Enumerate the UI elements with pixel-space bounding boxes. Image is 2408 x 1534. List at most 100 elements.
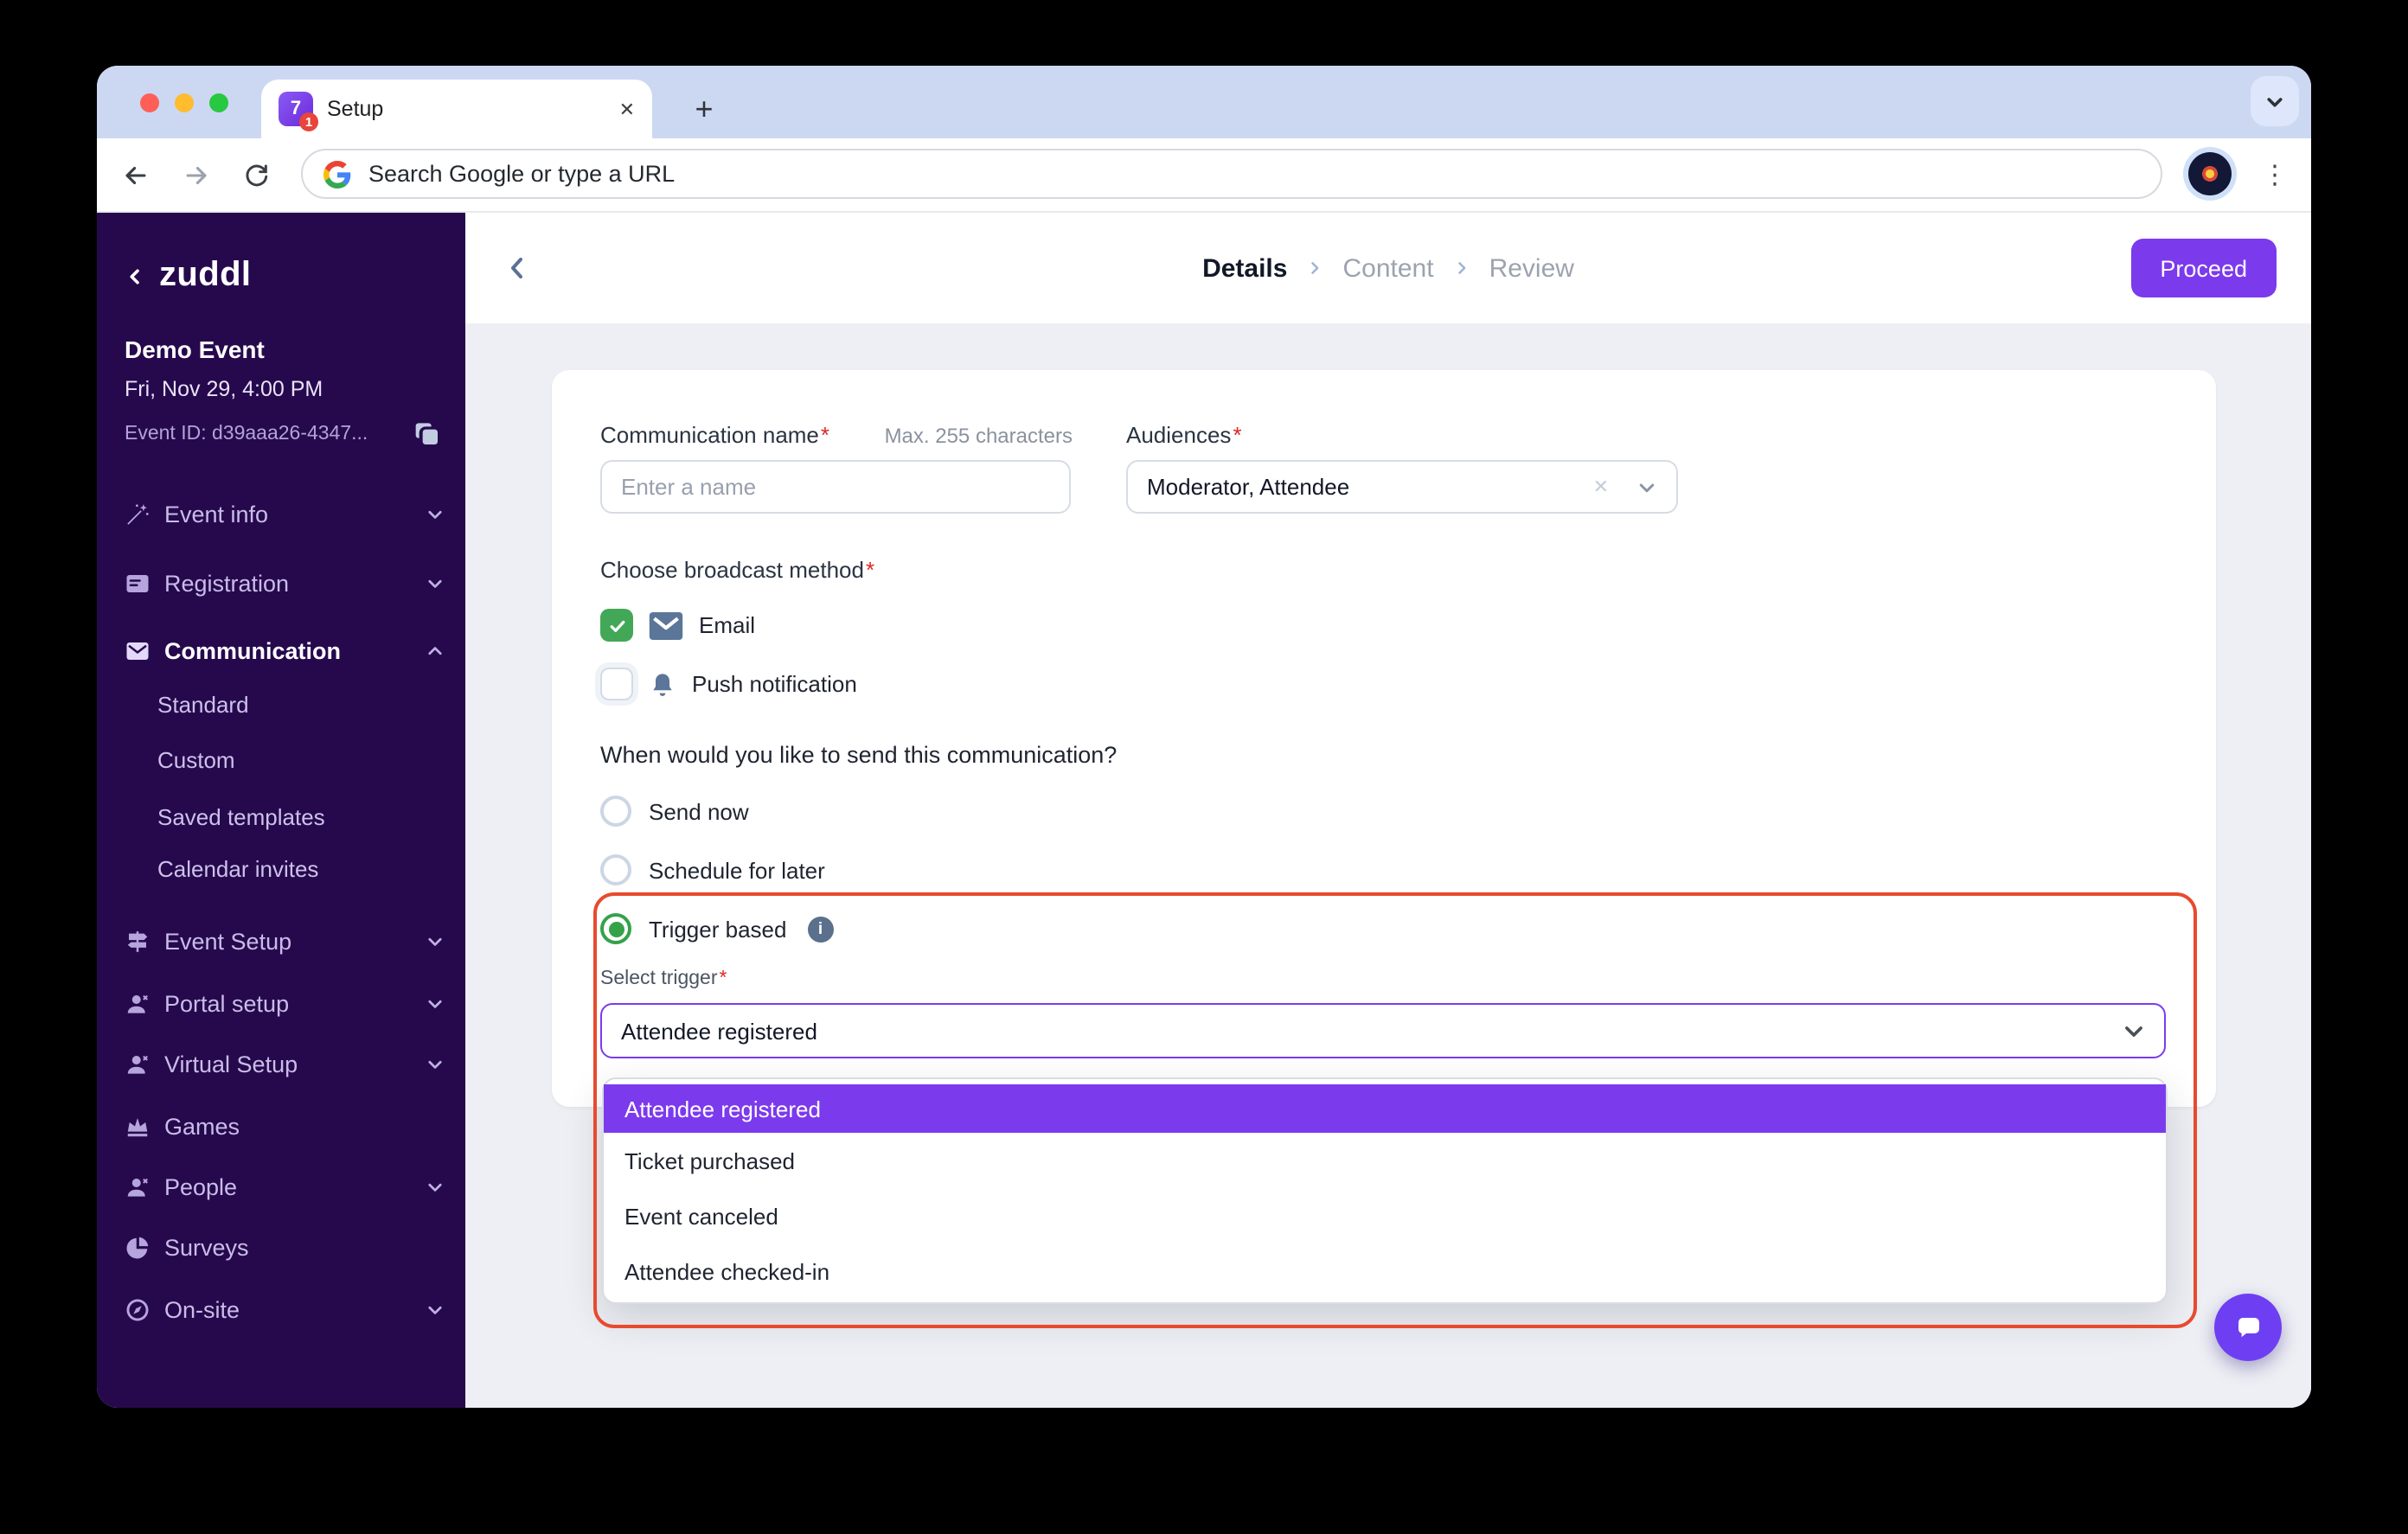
- screen: 7 1 Setup ✕ +: [0, 0, 2408, 1534]
- push-notification-label: Push notification: [692, 671, 857, 697]
- wand-icon: [125, 501, 150, 527]
- communication-name-input[interactable]: [600, 460, 1071, 514]
- sidebar-logo[interactable]: zuddl: [125, 256, 251, 296]
- schedule-for-later-label: Schedule for later: [649, 857, 825, 883]
- notification-badge: 1: [299, 112, 318, 131]
- trigger-options-dropdown: Attendee registered Ticket purchased Eve…: [602, 1077, 2168, 1304]
- info-icon[interactable]: i: [807, 916, 833, 942]
- content-header: Details Content Review Proceed: [465, 213, 2311, 323]
- option-event-canceled[interactable]: Event canceled: [604, 1188, 2166, 1243]
- sidebar-item-label: Virtual Setup: [164, 1051, 298, 1077]
- sidebar-item-virtual-setup[interactable]: Virtual Setup: [125, 1045, 445, 1083]
- sidebar-item-registration[interactable]: Registration: [125, 564, 445, 602]
- schedule-for-later-radio[interactable]: [600, 854, 631, 885]
- email-label: Email: [699, 612, 755, 638]
- event-datetime: Fri, Nov 29, 4:00 PM: [125, 377, 323, 401]
- back-icon[interactable]: [112, 152, 157, 197]
- sidebar-item-calendar-invites[interactable]: Calendar invites: [157, 851, 318, 885]
- crown-icon: [125, 1113, 150, 1139]
- sidebar-item-label: Event info: [164, 501, 268, 527]
- sidebar-item-label: On-site: [164, 1296, 240, 1322]
- push-checkbox[interactable]: [600, 668, 633, 700]
- forward-icon[interactable]: [173, 152, 218, 197]
- option-attendee-checked-in[interactable]: Attendee checked-in: [604, 1243, 2166, 1299]
- send-now-label: Send now: [649, 798, 749, 824]
- trigger-select-value: Attendee registered: [621, 1018, 2123, 1044]
- sidebar-item-surveys[interactable]: Surveys: [125, 1228, 445, 1266]
- sidebar-item-event-info[interactable]: Event info: [125, 495, 445, 533]
- chevron-down-icon: [2123, 1019, 2145, 1042]
- radio-row-trigger: Trigger based i: [600, 913, 833, 944]
- google-g-icon: [323, 160, 351, 188]
- tab-search-button[interactable]: [2251, 76, 2299, 126]
- tab-title: Setup: [327, 97, 605, 121]
- sidebar-item-standard[interactable]: Standard: [157, 687, 249, 721]
- minimize-window-button[interactable]: [175, 93, 194, 112]
- proceed-button[interactable]: Proceed: [2130, 239, 2277, 297]
- radio-row-schedule: Schedule for later: [600, 854, 825, 885]
- event-id: Event ID: d39aaa26-4347...: [125, 424, 368, 444]
- chevron-down-icon[interactable]: [1636, 476, 1657, 497]
- sidebar-item-communication[interactable]: Communication: [125, 631, 445, 669]
- envelope-icon: [125, 637, 150, 663]
- details-form-card: Communication name* Max. 255 characters …: [552, 370, 2216, 1107]
- sidebar-item-on-site[interactable]: On-site: [125, 1290, 445, 1328]
- sidebar-item-event-setup[interactable]: Event Setup: [125, 922, 445, 960]
- avatar-image: [2188, 152, 2232, 195]
- option-ticket-purchased[interactable]: Ticket purchased: [604, 1133, 2166, 1188]
- email-checkbox[interactable]: [600, 609, 633, 642]
- sidebar-item-games[interactable]: Games: [125, 1107, 445, 1145]
- compass-icon: [125, 1296, 150, 1322]
- logo-wordmark: zuddl: [159, 256, 251, 296]
- person-icon: [125, 990, 150, 1016]
- profile-avatar[interactable]: [2183, 147, 2237, 201]
- audiences-select[interactable]: Moderator, Attendee ✕: [1126, 460, 1678, 514]
- radio-row-send-now: Send now: [600, 796, 749, 827]
- chevron-left-icon: [125, 265, 145, 286]
- traffic-lights: [140, 93, 228, 112]
- sidebar-item-label: Communication: [164, 637, 341, 663]
- signpost-icon: [125, 928, 150, 954]
- browser-window: 7 1 Setup ✕ +: [97, 66, 2311, 1408]
- breadcrumb: Details Content Review: [465, 213, 2311, 323]
- browser-menu-icon[interactable]: ⋮: [2259, 154, 2290, 195]
- mail-icon: [649, 611, 683, 639]
- clear-x-icon[interactable]: ✕: [1593, 476, 1609, 498]
- chevron-down-icon: [2264, 91, 2285, 112]
- sidebar-item-people[interactable]: People: [125, 1167, 445, 1205]
- maximize-window-button[interactable]: [209, 93, 228, 112]
- sidebar-item-portal-setup[interactable]: Portal setup: [125, 984, 445, 1022]
- url-placeholder: Search Google or type a URL: [368, 161, 675, 187]
- sidebar-item-custom[interactable]: Custom: [157, 742, 235, 777]
- tab-setup[interactable]: 7 1 Setup ✕: [261, 80, 652, 138]
- breadcrumb-review[interactable]: Review: [1489, 253, 1574, 283]
- tab-strip: 7 1 Setup ✕ +: [97, 66, 2311, 138]
- reload-icon[interactable]: [234, 152, 279, 197]
- chevron-down-icon: [426, 1177, 445, 1196]
- send-now-radio[interactable]: [600, 796, 631, 827]
- trigger-based-radio[interactable]: [600, 913, 631, 944]
- close-window-button[interactable]: [140, 93, 159, 112]
- sidebar-item-saved-templates[interactable]: Saved templates: [157, 799, 325, 834]
- address-bar[interactable]: Search Google or type a URL: [301, 149, 2162, 199]
- browser-toolbar: Search Google or type a URL ⋮: [97, 138, 2311, 213]
- new-tab-button[interactable]: +: [682, 86, 727, 131]
- main-panel: Communication name* Max. 255 characters …: [465, 323, 2311, 1408]
- audiences-value: Moderator, Attendee: [1147, 474, 1583, 500]
- chevron-down-icon: [426, 994, 445, 1013]
- chat-widget-button[interactable]: [2214, 1294, 2282, 1361]
- event-name: Demo Event: [125, 336, 265, 363]
- tab-close-icon[interactable]: ✕: [619, 98, 635, 120]
- content-area: Details Content Review Proceed Communica…: [465, 213, 2311, 1408]
- chat-icon: [2232, 1312, 2264, 1343]
- breadcrumb-details[interactable]: Details: [1202, 253, 1287, 283]
- trigger-select[interactable]: Attendee registered: [600, 1003, 2166, 1058]
- broadcast-option-email: Email: [600, 609, 755, 642]
- bell-icon: [649, 668, 676, 700]
- chevron-right-icon: [1453, 259, 1470, 277]
- max-characters-hint: Max. 255 characters: [811, 424, 1073, 448]
- breadcrumb-content[interactable]: Content: [1342, 253, 1433, 283]
- sidebar-item-label: Surveys: [164, 1234, 249, 1260]
- option-attendee-registered[interactable]: Attendee registered: [604, 1084, 2166, 1133]
- copy-icon[interactable]: [413, 420, 441, 448]
